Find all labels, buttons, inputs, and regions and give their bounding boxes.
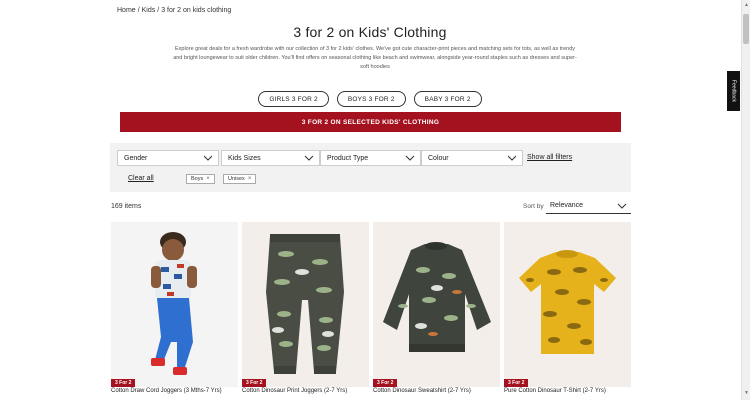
product-card[interactable]: 3 For 2 Pure Cotton Dinosaur T-Shirt (2-…: [504, 222, 631, 394]
product-type-filter-select[interactable]: Product Type: [320, 150, 421, 166]
kids-sizes-filter-label: Kids Sizes: [228, 154, 261, 162]
three-for-two-badge: 3 For 2: [373, 379, 398, 387]
child-joggers-photo: [151, 232, 197, 375]
baby-3-for-2-button[interactable]: BABY 3 FOR 2: [413, 91, 482, 107]
kids-sizes-filter-select[interactable]: Kids Sizes: [221, 150, 320, 166]
colour-filter-select[interactable]: Colour: [421, 150, 523, 166]
sort-select-value: Relevance: [550, 202, 584, 209]
product-name[interactable]: Pure Cotton Dinosaur T-Shirt (2-7 Yrs): [504, 388, 631, 394]
three-for-two-badge: 3 For 2: [504, 379, 529, 387]
chevron-down-icon: [304, 155, 314, 161]
product-card[interactable]: 3 For 2 Cotton Draw Cord Joggers (3 Mths…: [111, 222, 238, 394]
close-icon[interactable]: ×: [206, 176, 210, 182]
page-scrollbar[interactable]: ▲ ▼: [741, 0, 750, 400]
gender-filter-select[interactable]: Gender: [117, 150, 219, 166]
chevron-down-icon: [507, 155, 517, 161]
item-count: 169 items: [111, 203, 142, 210]
sort-by-label: Sort by: [523, 203, 544, 210]
promo-banner[interactable]: 3 FOR 2 ON SELECTED KIDS' CLOTHING: [120, 112, 621, 132]
dinosaur-joggers-photo: [266, 234, 344, 374]
feedback-tab[interactable]: Feedback: [727, 71, 740, 111]
chevron-down-icon: [203, 155, 213, 161]
dinosaur-tshirt-photo: [519, 250, 616, 354]
category-pills: GIRLS 3 FOR 2 BOYS 3 FOR 2 BABY 3 FOR 2: [0, 91, 740, 107]
product-image[interactable]: 3 For 2: [111, 222, 238, 387]
product-image[interactable]: 3 For 2: [242, 222, 369, 387]
scroll-down-icon[interactable]: ▼: [743, 390, 750, 398]
three-for-two-badge: 3 For 2: [111, 379, 136, 387]
boys-3-for-2-button[interactable]: BOYS 3 FOR 2: [336, 91, 406, 107]
breadcrumb: Home / Kids/3 for 2 on kids clothing: [117, 7, 232, 14]
chevron-down-icon: [405, 155, 415, 161]
breadcrumb-current: 3 for 2 on kids clothing: [161, 7, 232, 14]
gender-filter-label: Gender: [124, 154, 148, 162]
page-description: Explore great deals for a fresh wardrobe…: [173, 46, 577, 70]
three-for-two-badge: 3 For 2: [242, 379, 267, 387]
colour-filter-label: Colour: [428, 154, 449, 162]
sort-select[interactable]: Relevance: [546, 198, 631, 214]
scroll-up-icon[interactable]: ▲: [743, 2, 750, 10]
filter-chip-label: Unisex: [228, 176, 245, 182]
breadcrumb-home[interactable]: Home: [117, 7, 136, 14]
show-all-filters-link[interactable]: Show all filters: [527, 154, 572, 161]
chevron-down-icon: [617, 203, 627, 209]
filter-chip-unisex[interactable]: Unisex ×: [223, 174, 257, 184]
product-card[interactable]: 3 For 2 Cotton Dinosaur Sweatshirt (2-7 …: [373, 222, 500, 394]
product-name[interactable]: Cotton Dinosaur Print Joggers (2-7 Yrs): [242, 388, 369, 394]
scrollbar-thumb[interactable]: [743, 14, 749, 44]
girls-3-for-2-button[interactable]: GIRLS 3 FOR 2: [258, 91, 329, 107]
product-name[interactable]: Cotton Draw Cord Joggers (3 Mths-7 Yrs): [111, 388, 238, 394]
product-image[interactable]: 3 For 2: [373, 222, 500, 387]
filter-chip-label: Boys: [191, 176, 204, 182]
product-image[interactable]: 3 For 2: [504, 222, 631, 387]
breadcrumb-kids[interactable]: Kids: [142, 7, 156, 14]
product-name[interactable]: Cotton Dinosaur Sweatshirt (2-7 Yrs): [373, 388, 500, 394]
product-card[interactable]: 3 For 2 Cotton Dinosaur Print Joggers (2…: [242, 222, 369, 394]
page-title: 3 for 2 on Kids' Clothing: [293, 24, 447, 40]
product-type-filter-label: Product Type: [327, 154, 369, 162]
close-icon[interactable]: ×: [248, 176, 252, 182]
filter-bar: Gender Kids Sizes Product Type Colour Sh…: [110, 143, 631, 192]
dinosaur-sweatshirt-photo: [383, 242, 491, 352]
filter-chip-boys[interactable]: Boys ×: [186, 174, 215, 184]
clear-all-link[interactable]: Clear all: [128, 175, 154, 182]
